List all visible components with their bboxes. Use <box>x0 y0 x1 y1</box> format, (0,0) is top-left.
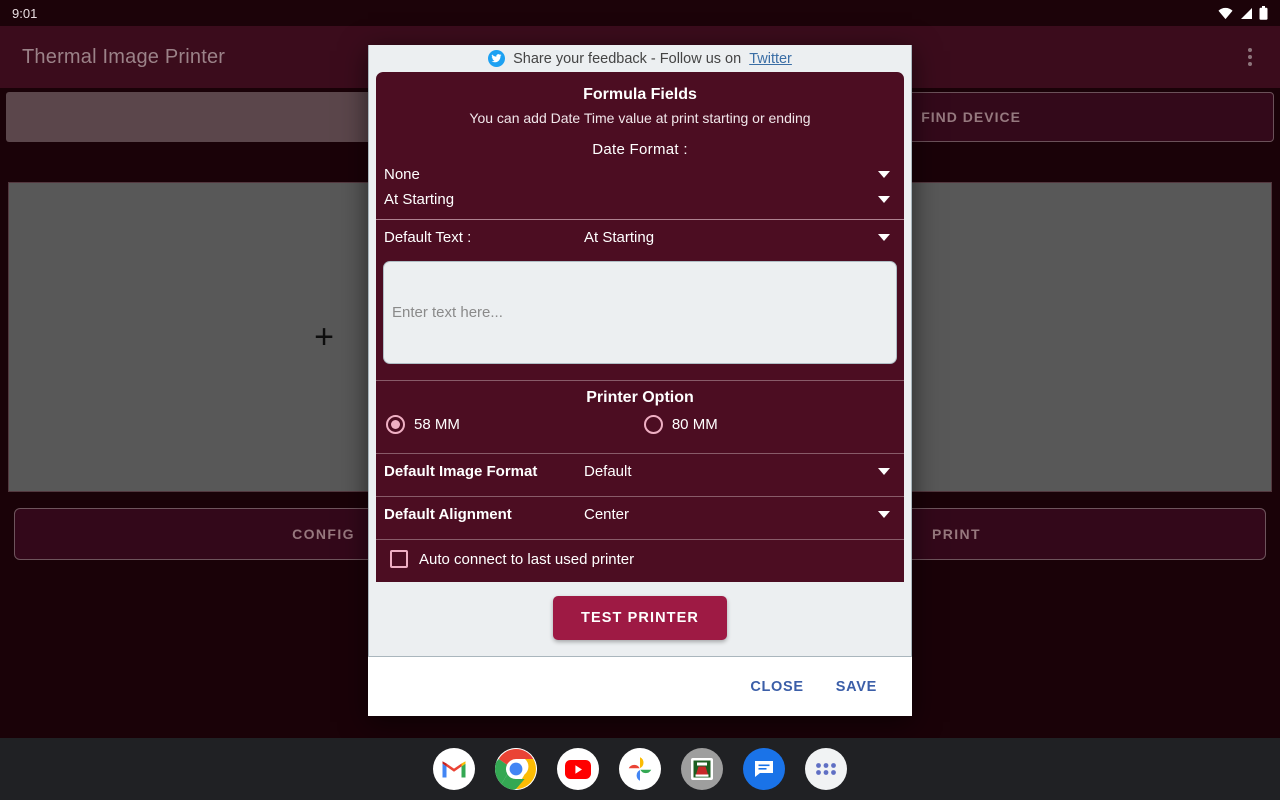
formula-fields-title: Formula Fields <box>583 86 697 103</box>
cell-signal-icon <box>1241 7 1252 19</box>
taskbar <box>0 738 1280 800</box>
kebab-dot <box>1248 62 1252 66</box>
default-text-input[interactable] <box>383 261 897 364</box>
chrome-icon[interactable] <box>495 748 537 790</box>
feedback-text: Share your feedback - Follow us on <box>513 50 742 67</box>
default-text-label: Default Text : <box>384 229 472 246</box>
auto-connect-label: Auto connect to last used printer <box>419 550 635 568</box>
add-image-icon[interactable]: + <box>314 320 334 354</box>
divider <box>376 380 904 381</box>
messages-icon[interactable] <box>743 748 785 790</box>
default-alignment-row[interactable]: Default Alignment Center <box>376 497 904 532</box>
divider <box>376 453 904 454</box>
twitter-link[interactable]: Twitter <box>749 51 792 67</box>
default-text-row[interactable]: Default Text : At Starting <box>376 220 904 255</box>
chevron-down-icon <box>878 196 890 203</box>
default-image-format-row[interactable]: Default Image Format Default <box>376 454 904 489</box>
gmail-glyph <box>442 761 466 778</box>
default-text-position-value: At Starting <box>584 229 655 246</box>
chevron-down-icon <box>878 171 890 178</box>
dialog-action-bar: CLOSE SAVE <box>368 657 912 716</box>
feedback-banner[interactable]: Share your feedback - Follow us on Twitt… <box>369 45 911 72</box>
default-text-input-wrap <box>376 255 904 373</box>
printer-glyph <box>691 758 713 780</box>
twitter-icon <box>488 50 506 67</box>
auto-connect-checkbox[interactable] <box>390 550 408 568</box>
chevron-down-icon <box>878 511 890 518</box>
default-image-format-value: Default <box>584 463 632 480</box>
app-drawer-icon[interactable] <box>805 748 847 790</box>
default-alignment-value: Center <box>584 506 630 523</box>
divider <box>376 539 904 540</box>
battery-icon <box>1259 6 1268 20</box>
overflow-menu-icon[interactable] <box>1242 42 1258 72</box>
twitter-bird-glyph <box>491 54 502 63</box>
formula-fields-subtitle: You can add Date Time value at print sta… <box>469 110 811 126</box>
divider <box>376 219 904 220</box>
test-printer-area: TEST PRINTER <box>369 582 911 656</box>
settings-panel: Formula Fields You can add Date Time val… <box>376 72 904 582</box>
app-drawer-dots-glyph <box>816 763 836 775</box>
auto-connect-row[interactable]: Auto connect to last used printer <box>376 540 904 582</box>
page-title: Thermal Image Printer <box>22 45 226 68</box>
date-format-label: Date Format : <box>592 141 688 158</box>
wifi-icon <box>1218 7 1233 19</box>
chevron-down-icon <box>878 234 890 241</box>
chevron-down-icon <box>878 468 890 475</box>
printer-option-title: Printer Option <box>586 389 694 406</box>
google-photos-icon[interactable] <box>619 748 661 790</box>
printer-app-icon[interactable] <box>681 748 723 790</box>
youtube-icon[interactable] <box>557 748 599 790</box>
dialog-scroll-body: Share your feedback - Follow us on Twitt… <box>368 45 912 657</box>
default-alignment-label: Default Alignment <box>384 506 512 523</box>
date-position-dropdown[interactable]: At Starting <box>376 187 904 212</box>
radio-option-58mm[interactable]: 58 MM <box>386 415 460 434</box>
photos-glyph <box>628 757 652 781</box>
radio-option-58mm-label: 58 MM <box>414 416 460 433</box>
status-bar: 9:01 <box>0 0 1280 26</box>
divider <box>376 496 904 497</box>
date-position-value: At Starting <box>384 191 455 208</box>
close-button[interactable]: CLOSE <box>737 670 816 704</box>
chrome-glyph <box>495 748 537 790</box>
default-image-format-label: Default Image Format <box>384 463 538 480</box>
messages-glyph <box>755 761 773 777</box>
status-bar-system-icons <box>1218 6 1268 20</box>
radio-selected-icon <box>386 415 405 434</box>
save-button[interactable]: SAVE <box>823 670 890 704</box>
gmail-icon[interactable] <box>433 748 475 790</box>
radio-option-80mm[interactable]: 80 MM <box>643 415 718 434</box>
youtube-glyph <box>565 759 591 779</box>
printer-width-radio-group: 58 MM 80 MM <box>376 411 904 446</box>
test-printer-button[interactable]: TEST PRINTER <box>553 596 727 640</box>
kebab-dot <box>1248 48 1252 52</box>
date-format-dropdown[interactable]: None <box>376 162 904 187</box>
radio-dot <box>391 420 400 429</box>
radio-unselected-icon <box>643 415 663 434</box>
radio-option-80mm-label: 80 MM <box>671 416 718 433</box>
status-bar-clock: 9:01 <box>12 5 38 21</box>
printer-config-dialog: Share your feedback - Follow us on Twitt… <box>368 45 912 716</box>
date-format-value: None <box>384 166 420 183</box>
kebab-dot <box>1248 55 1252 59</box>
